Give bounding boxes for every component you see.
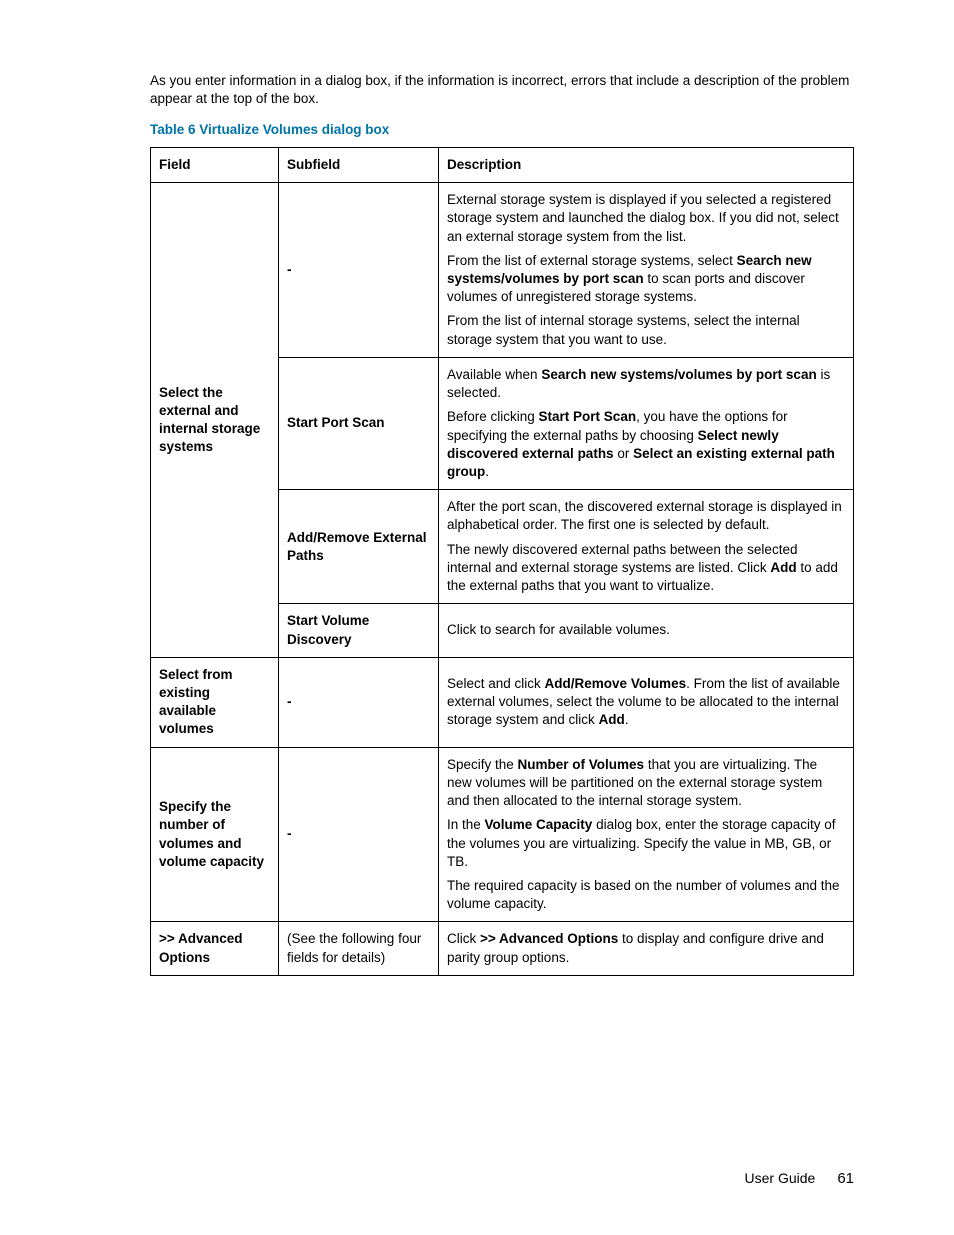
- table-caption: Table 6 Virtualize Volumes dialog box: [150, 122, 854, 137]
- text: After the port scan, the discovered exte…: [447, 499, 842, 532]
- text: In the: [447, 817, 485, 832]
- text-bold: Add: [770, 560, 796, 575]
- cell-subfield: Add/Remove External Paths: [279, 490, 439, 604]
- text: Click: [447, 931, 480, 946]
- text: From the list of external storage system…: [447, 253, 737, 268]
- text-bold: >> Advanced Options: [480, 931, 618, 946]
- cell-subfield: -: [279, 747, 439, 922]
- text: .: [625, 712, 629, 727]
- text-bold: Add: [599, 712, 625, 727]
- cell-field: Select the external and internal storage…: [151, 183, 279, 658]
- cell-field: >> Advanced Options: [151, 922, 279, 975]
- cell-field: Select from existing available volumes: [151, 657, 279, 747]
- cell-description: Select and click Add/Remove Volumes. Fro…: [439, 657, 854, 747]
- text: From the list of internal storage system…: [447, 313, 800, 346]
- page-footer: User Guide 61: [745, 1170, 855, 1187]
- text-bold: Start Port Scan: [539, 409, 637, 424]
- text-bold: Number of Volumes: [518, 757, 645, 772]
- text: External storage system is displayed if …: [447, 192, 839, 243]
- text-bold: Search new systems/volumes by port scan: [541, 367, 816, 382]
- virtualize-volumes-table: Field Subfield Description Select the ex…: [150, 147, 854, 976]
- footer-label: User Guide: [745, 1170, 816, 1186]
- table-row: Specify the number of volumes and volume…: [151, 747, 854, 922]
- col-subfield: Subfield: [279, 147, 439, 182]
- cell-subfield: (See the following four fields for detai…: [279, 922, 439, 975]
- text: The required capacity is based on the nu…: [447, 878, 839, 911]
- text-bold: Volume Capacity: [485, 817, 593, 832]
- text: Available when: [447, 367, 541, 382]
- cell-description: Available when Search new systems/volume…: [439, 357, 854, 489]
- cell-subfield: Start Port Scan: [279, 357, 439, 489]
- text: or: [614, 446, 634, 461]
- table-row: Select the external and internal storage…: [151, 183, 854, 358]
- col-description: Description: [439, 147, 854, 182]
- cell-description: After the port scan, the discovered exte…: [439, 490, 854, 604]
- text: .: [485, 464, 489, 479]
- intro-paragraph: As you enter information in a dialog box…: [150, 72, 854, 108]
- text: Select and click: [447, 676, 545, 691]
- cell-subfield: -: [279, 657, 439, 747]
- cell-subfield: -: [279, 183, 439, 358]
- document-page: As you enter information in a dialog box…: [0, 0, 954, 1235]
- text: The newly discovered external paths betw…: [447, 542, 797, 575]
- table-row: >> Advanced Options (See the following f…: [151, 922, 854, 975]
- text: Before clicking: [447, 409, 539, 424]
- cell-description: External storage system is displayed if …: [439, 183, 854, 358]
- cell-description: Click >> Advanced Options to display and…: [439, 922, 854, 975]
- cell-description: Click to search for available volumes.: [439, 604, 854, 657]
- cell-subfield: Start Volume Discovery: [279, 604, 439, 657]
- text: Specify the: [447, 757, 518, 772]
- cell-field: Specify the number of volumes and volume…: [151, 747, 279, 922]
- text-bold: Add/Remove Volumes: [545, 676, 687, 691]
- text: Click to search for available volumes.: [447, 622, 670, 637]
- page-number: 61: [837, 1170, 854, 1187]
- col-field: Field: [151, 147, 279, 182]
- table-header-row: Field Subfield Description: [151, 147, 854, 182]
- cell-description: Specify the Number of Volumes that you a…: [439, 747, 854, 922]
- table-row: Select from existing available volumes -…: [151, 657, 854, 747]
